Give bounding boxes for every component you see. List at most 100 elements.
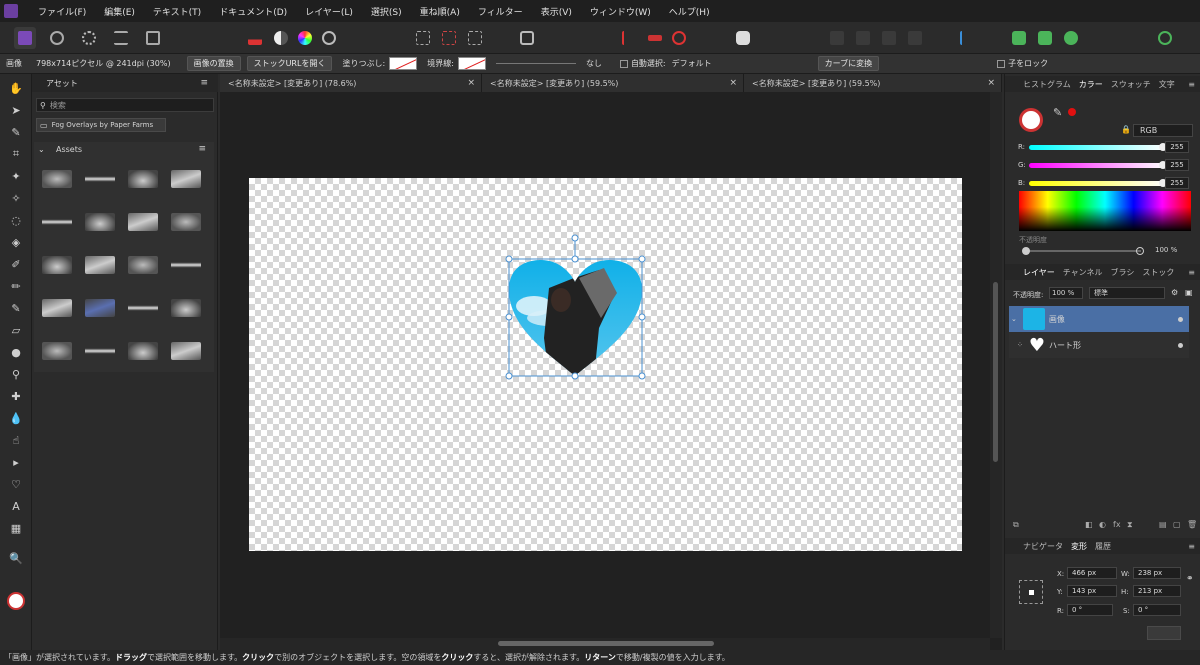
- doc-tab-3[interactable]: <名称未設定> [変更あり] (59.5%) ×: [744, 74, 1002, 92]
- b-slider[interactable]: [1029, 179, 1167, 187]
- tab-navigator[interactable]: ナビゲータ: [1023, 541, 1063, 552]
- asset-thumbnail[interactable]: [85, 299, 115, 317]
- panel-menu-icon[interactable]: ≡: [200, 78, 208, 88]
- layer-opacity-dropdown[interactable]: 100 %: [1049, 287, 1083, 299]
- tone-mapping-persona-icon[interactable]: [110, 27, 132, 49]
- text-tool-icon[interactable]: A: [8, 498, 24, 514]
- horizontal-scrollbar[interactable]: [220, 638, 990, 650]
- shear-field[interactable]: 0 °: [1133, 604, 1181, 616]
- y-field[interactable]: 143 px: [1067, 585, 1117, 597]
- mesh-warp-icon[interactable]: ▦: [8, 520, 24, 536]
- liquify-persona-icon[interactable]: [46, 27, 68, 49]
- layer-copy-icon[interactable]: ⧉: [1013, 520, 1019, 530]
- h-field[interactable]: 213 px: [1133, 585, 1181, 597]
- fill-color-well[interactable]: [1019, 108, 1043, 132]
- tab-transform[interactable]: 変形: [1071, 541, 1087, 552]
- open-stock-url-button[interactable]: ストックURLを開く: [246, 56, 333, 71]
- snapping-icon[interactable]: [668, 27, 690, 49]
- assistant-icon[interactable]: [732, 27, 754, 49]
- pixel-tool-icon[interactable]: ✏: [8, 278, 24, 294]
- menu-filter[interactable]: フィルター: [478, 5, 535, 18]
- eyedropper-icon[interactable]: ✎: [1053, 106, 1062, 119]
- auto-select-dropdown[interactable]: デフォルト: [672, 58, 728, 69]
- asset-thumbnail[interactable]: [128, 299, 158, 317]
- menu-document[interactable]: ドキュメント(D): [219, 5, 299, 18]
- erase-tool-icon[interactable]: ▱: [8, 322, 24, 338]
- g-slider[interactable]: [1029, 161, 1167, 169]
- lock-children-checkbox[interactable]: [997, 59, 1006, 68]
- anchor-point-selector[interactable]: [1019, 580, 1043, 604]
- menu-edit[interactable]: 編集(E): [104, 5, 147, 18]
- arrange-front-icon[interactable]: [1034, 27, 1056, 49]
- boolean-subtract-icon[interactable]: [852, 27, 874, 49]
- fx-icon[interactable]: fx: [1113, 520, 1121, 529]
- vertical-scrollbar[interactable]: [990, 92, 1002, 638]
- horizontal-scroll-thumb[interactable]: [498, 641, 714, 646]
- deselect-icon[interactable]: [438, 27, 460, 49]
- align-icon[interactable]: [618, 27, 640, 49]
- close-icon[interactable]: ×: [467, 78, 475, 88]
- stroke-swatch[interactable]: [457, 57, 486, 70]
- trash-icon[interactable]: 🗑: [1187, 520, 1197, 529]
- rotation-field[interactable]: 0 °: [1067, 604, 1113, 616]
- menu-select[interactable]: 選択(S): [371, 5, 414, 18]
- asset-thumbnail[interactable]: [128, 256, 158, 274]
- asset-thumbnail[interactable]: [85, 213, 115, 231]
- layer-row-heart[interactable]: ⁘ ♥ ハート形: [1009, 332, 1189, 358]
- group-icon[interactable]: ▤: [1159, 520, 1167, 529]
- align-left-icon[interactable]: [956, 27, 978, 49]
- asset-thumbnail[interactable]: [42, 170, 72, 188]
- hand-tool-icon[interactable]: ✋: [8, 80, 24, 96]
- assets-tab[interactable]: アセット: [46, 78, 78, 89]
- color-opacity-value[interactable]: 100 %: [1155, 246, 1177, 254]
- transform-options-button[interactable]: [1147, 626, 1181, 640]
- smudge-tool-icon[interactable]: ☝: [8, 432, 24, 448]
- menu-help[interactable]: ヘルプ(H): [669, 5, 722, 18]
- blend-mode-dropdown[interactable]: 標準: [1089, 287, 1165, 299]
- heart-image-svg[interactable]: [249, 178, 962, 551]
- add-layer-icon[interactable]: ▢: [1173, 520, 1181, 529]
- mask-layer-icon[interactable]: ◧: [1085, 520, 1093, 529]
- w-field[interactable]: 238 px: [1133, 567, 1181, 579]
- menu-arrange[interactable]: 重ね順(A): [420, 5, 472, 18]
- section-menu-icon[interactable]: ≡: [198, 144, 206, 154]
- color-picker-tool-icon[interactable]: ✎: [8, 124, 24, 140]
- close-icon[interactable]: ×: [987, 78, 995, 88]
- asset-thumbnail[interactable]: [171, 342, 201, 360]
- g-value[interactable]: 255: [1165, 159, 1189, 171]
- invert-select-icon[interactable]: [464, 27, 486, 49]
- r-slider[interactable]: [1029, 143, 1167, 151]
- clone-tool-icon[interactable]: ⚲: [8, 366, 24, 382]
- tab-color[interactable]: カラー: [1079, 79, 1103, 90]
- mask-icon[interactable]: [644, 27, 666, 49]
- library-dropdown[interactable]: ▭ Fog Overlays by Paper Farms: [36, 118, 166, 132]
- layer-row-image[interactable]: ⌄ 画像: [1009, 306, 1189, 332]
- tab-character[interactable]: 文字: [1159, 79, 1175, 90]
- x-field[interactable]: 466 px: [1067, 567, 1117, 579]
- adjustment-icon[interactable]: ◐: [1099, 520, 1106, 529]
- account-icon[interactable]: [1154, 27, 1176, 49]
- quick-mask-icon[interactable]: [516, 27, 538, 49]
- menu-file[interactable]: ファイル(F): [38, 5, 98, 18]
- menu-text[interactable]: テキスト(T): [153, 5, 213, 18]
- convert-to-curve-button[interactable]: カーブに変換: [817, 56, 880, 71]
- menu-layer[interactable]: レイヤー(L): [305, 5, 365, 18]
- menu-window[interactable]: ウィンドウ(W): [590, 5, 663, 18]
- node-tool-icon[interactable]: ▸: [8, 454, 24, 470]
- tab-channels[interactable]: チャンネル: [1063, 267, 1103, 278]
- dodge-tool-icon[interactable]: ●: [8, 344, 24, 360]
- visibility-icon[interactable]: ▣: [1185, 288, 1193, 297]
- healing-tool-icon[interactable]: ✚: [8, 388, 24, 404]
- fill-tool-icon[interactable]: ◈: [8, 234, 24, 250]
- asset-thumbnail[interactable]: [42, 299, 72, 317]
- image-info-dropdown[interactable]: 798x714ピクセル @ 241dpi (30%): [36, 58, 171, 69]
- boolean-xor-icon[interactable]: [904, 27, 926, 49]
- auto-adjust-icon[interactable]: [318, 27, 340, 49]
- export-persona-icon[interactable]: [142, 27, 164, 49]
- marquee-tool-icon[interactable]: ◌: [8, 212, 24, 228]
- fill-swatch[interactable]: [389, 57, 418, 70]
- gear-icon[interactable]: ⚙: [1171, 288, 1178, 297]
- arrange-forward-icon[interactable]: [1060, 27, 1082, 49]
- tab-layers[interactable]: レイヤー: [1023, 267, 1055, 278]
- asset-thumbnail[interactable]: [171, 256, 201, 274]
